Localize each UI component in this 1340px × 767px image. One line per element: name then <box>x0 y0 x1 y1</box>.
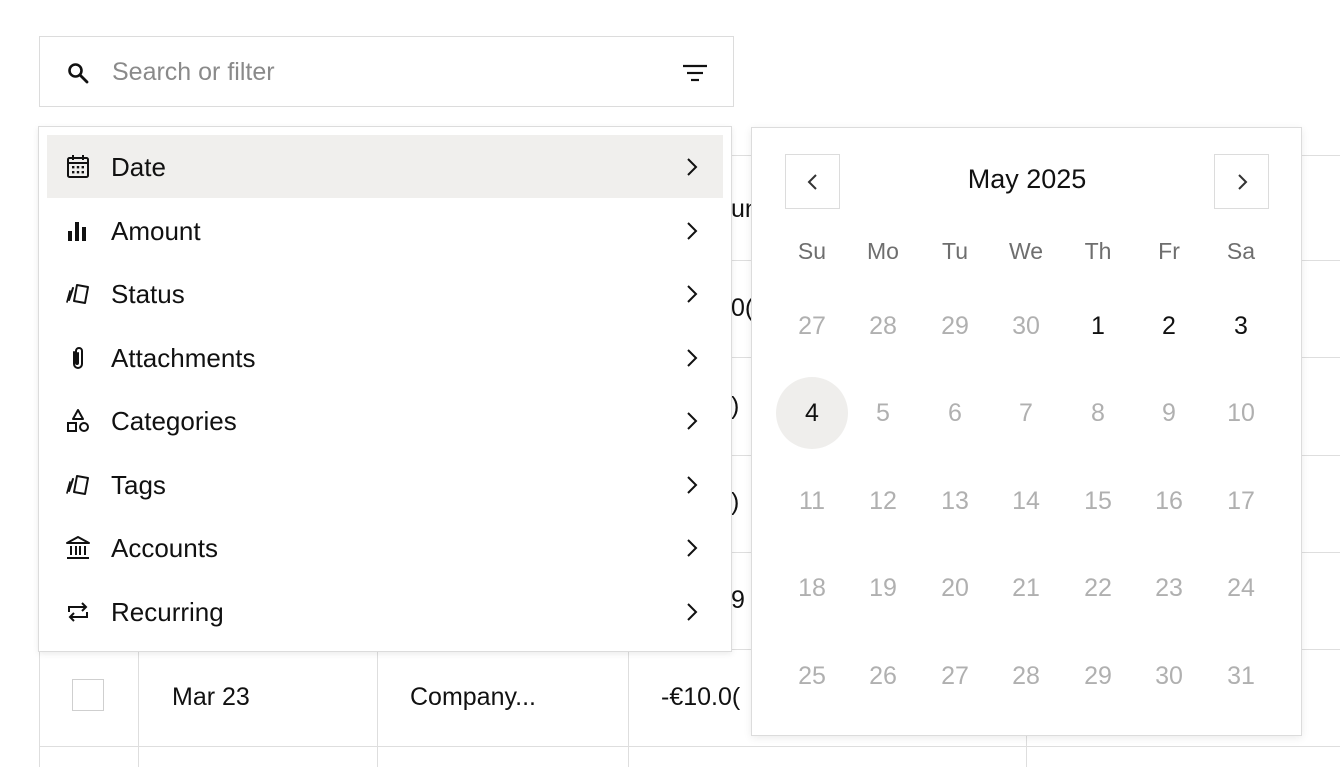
filter-item-label: Accounts <box>111 533 218 563</box>
calendar-day[interactable]: 25 <box>776 640 848 712</box>
table-cell-fragment: ) <box>731 488 740 516</box>
filter-item-date[interactable]: Date <box>47 135 723 198</box>
chevron-right-icon <box>687 412 698 430</box>
calendar-day-today[interactable]: 4 <box>776 377 848 449</box>
calendar-day[interactable]: 29 <box>1062 640 1134 712</box>
filter-item-label: Date <box>111 152 166 182</box>
filter-item-label: Categories <box>111 406 237 436</box>
calendar-day[interactable]: 28 <box>990 640 1062 712</box>
calendar-day[interactable]: 17 <box>1205 465 1277 537</box>
tag-icon <box>66 475 89 495</box>
date-picker-calendar: May 2025 Su Mo Tu We Th Fr Sa 27 28 29 30 1 2 3 4 5 6 7 8… <box>751 127 1302 736</box>
shapes-icon <box>67 409 89 432</box>
bar-chart-icon <box>68 222 86 241</box>
filter-icon[interactable] <box>682 61 708 85</box>
chevron-right-icon <box>687 539 698 557</box>
search-input[interactable] <box>112 53 652 91</box>
filter-item-recurring[interactable]: Recurring <box>47 580 723 643</box>
calendar-day[interactable]: 18 <box>776 552 848 624</box>
table-cell-description: Company... <box>410 683 536 711</box>
calendar-day[interactable]: 8 <box>1062 377 1134 449</box>
calendar-day[interactable]: 10 <box>1205 377 1277 449</box>
chevron-right-icon <box>687 285 698 303</box>
calendar-day[interactable]: 13 <box>919 465 991 537</box>
filter-item-categories[interactable]: Categories <box>47 389 723 452</box>
calendar-day[interactable]: 22 <box>1062 552 1134 624</box>
calendar-day[interactable]: 16 <box>1133 465 1205 537</box>
calendar-icon <box>67 155 89 178</box>
weekday-label: Tu <box>942 238 968 264</box>
next-month-button[interactable] <box>1214 154 1269 209</box>
chevron-right-icon <box>687 349 698 367</box>
filter-item-status[interactable]: Status <box>47 262 723 325</box>
bank-icon <box>66 536 90 559</box>
table-cell-date: Mar 23 <box>172 683 250 711</box>
calendar-day[interactable]: 28 <box>847 290 919 362</box>
weekday-label: Mo <box>867 238 899 264</box>
calendar-day[interactable]: 21 <box>990 552 1062 624</box>
calendar-day[interactable]: 20 <box>919 552 991 624</box>
search-icon <box>68 63 89 84</box>
tag-icon <box>66 284 89 304</box>
filter-item-attachments[interactable]: Attachments <box>47 326 723 389</box>
repeat-icon <box>68 602 88 622</box>
weekday-label: Fr <box>1158 238 1180 264</box>
chevron-right-icon <box>687 603 698 621</box>
chevron-right-icon <box>687 158 698 176</box>
calendar-day[interactable]: 6 <box>919 377 991 449</box>
calendar-day[interactable]: 5 <box>847 377 919 449</box>
calendar-day[interactable]: 2 <box>1133 290 1205 362</box>
weekday-label: We <box>1008 238 1044 264</box>
calendar-day[interactable]: 7 <box>990 377 1062 449</box>
calendar-day[interactable]: 11 <box>776 465 848 537</box>
chevron-right-icon <box>1237 173 1247 190</box>
previous-month-button[interactable] <box>785 154 840 209</box>
calendar-day[interactable]: 14 <box>990 465 1062 537</box>
calendar-day[interactable]: 1 <box>1062 290 1134 362</box>
paperclip-icon <box>73 347 83 369</box>
weekday-label: Su <box>797 238 827 264</box>
calendar-day[interactable]: 23 <box>1133 552 1205 624</box>
filter-item-label: Amount <box>111 216 201 246</box>
chevron-right-icon <box>687 222 698 240</box>
calendar-day[interactable]: 31 <box>1205 640 1277 712</box>
filter-item-label: Attachments <box>111 343 256 373</box>
filter-item-label: Status <box>111 279 185 309</box>
filter-item-label: Tags <box>111 470 166 500</box>
weekday-label: Sa <box>1226 238 1256 264</box>
weekday-label: Th <box>1084 238 1112 264</box>
filter-item-accounts[interactable]: Accounts <box>47 516 723 579</box>
calendar-day[interactable]: 12 <box>847 465 919 537</box>
calendar-day[interactable]: 3 <box>1205 290 1277 362</box>
calendar-day[interactable]: 15 <box>1062 465 1134 537</box>
calendar-day[interactable]: 30 <box>1133 640 1205 712</box>
calendar-day[interactable]: 30 <box>990 290 1062 362</box>
calendar-day[interactable]: 9 <box>1133 377 1205 449</box>
row-checkbox[interactable] <box>72 679 104 711</box>
calendar-day[interactable]: 24 <box>1205 552 1277 624</box>
filter-item-tags[interactable]: Tags <box>47 453 723 516</box>
table-cell-fragment: ) <box>731 392 740 420</box>
table-cell-fragment: 0( <box>731 294 754 322</box>
filter-item-amount[interactable]: Amount <box>47 199 723 262</box>
calendar-day[interactable]: 19 <box>847 552 919 624</box>
calendar-day[interactable]: 29 <box>919 290 991 362</box>
search-bar[interactable] <box>39 36 734 107</box>
chevron-left-icon <box>807 173 817 190</box>
calendar-day[interactable]: 27 <box>919 640 991 712</box>
filter-menu: Date Amount Status Attachments Categorie <box>38 126 732 652</box>
table-cell-fragment: 9 <box>731 586 745 614</box>
calendar-month-title: May 2025 <box>967 164 1087 194</box>
calendar-day[interactable]: 27 <box>776 290 848 362</box>
calendar-day[interactable]: 26 <box>847 640 919 712</box>
table-cell-amount: -€10.0( <box>661 683 741 711</box>
chevron-right-icon <box>687 476 698 494</box>
filter-item-label: Recurring <box>111 597 224 627</box>
